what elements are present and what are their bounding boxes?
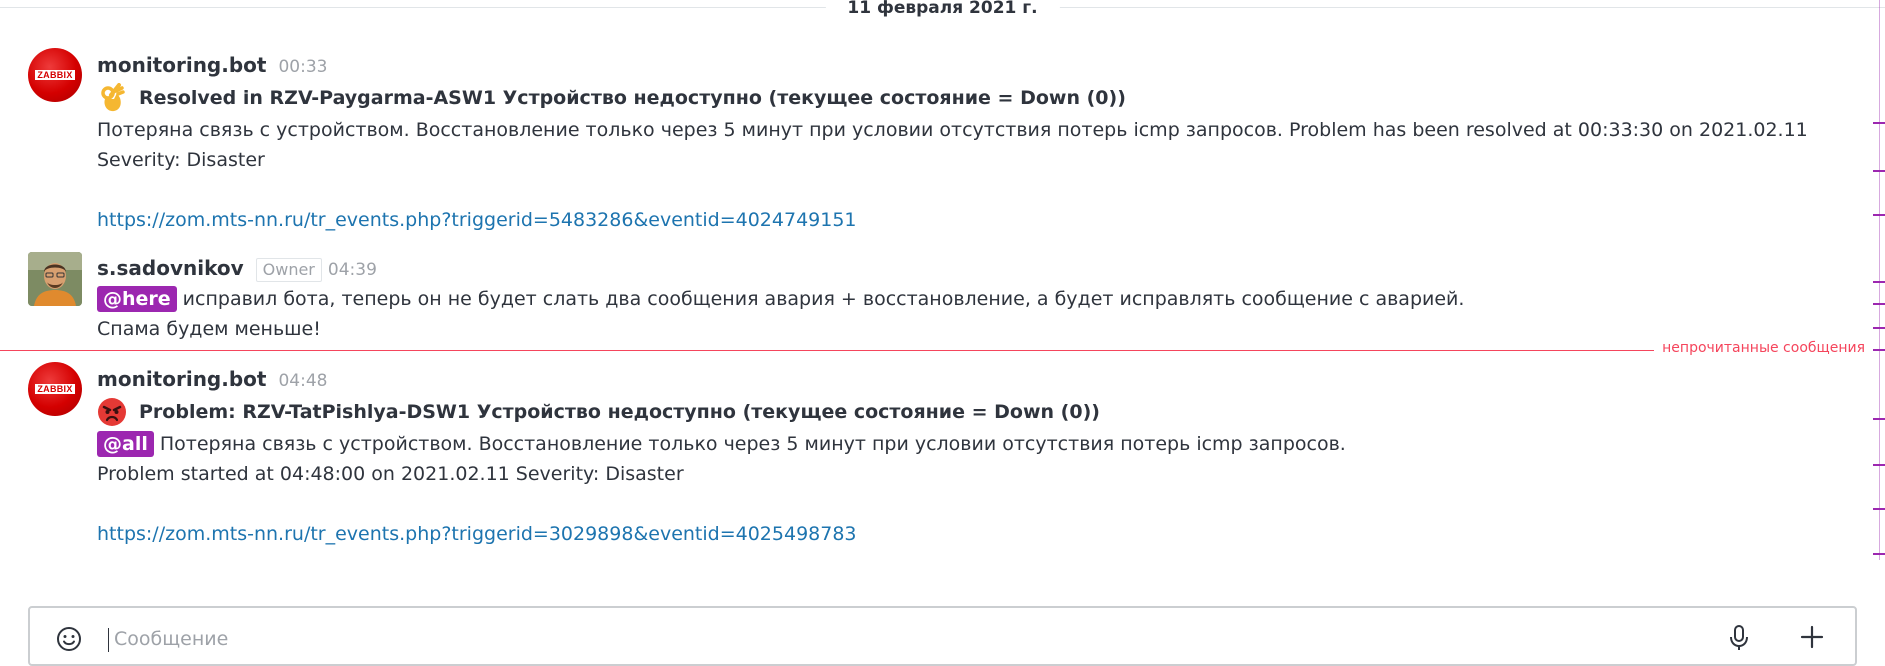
message-time[interactable]: 04:39 [328,260,377,280]
message-title: Problem: RZV-TatPishlya-DSW1 Устройство … [97,397,1100,427]
message-body-line: Problem started at 04:48:00 on 2021.02.1… [97,463,684,485]
message-author[interactable]: monitoring.bot [97,367,266,391]
message-author[interactable]: s.sadovnikov [97,256,244,280]
message-body-line: Спама будем меньше! [97,318,321,340]
mention-badge[interactable]: @all [97,431,154,457]
day-divider-label: 11 февраля 2021 г. [825,0,1060,18]
plus-icon[interactable] [1799,624,1825,650]
message-link[interactable]: https://zom.mts-nn.ru/tr_events.php?trig… [97,209,857,231]
message-body-line: исправил бота, теперь он не будет слать … [182,288,1465,310]
mention-badge[interactable]: @here [97,286,177,312]
message-time[interactable]: 04:48 [278,371,327,391]
angry-face-icon [97,397,127,427]
bot-avatar[interactable]: ZABBIX [28,362,82,416]
message-body-line: Потеряна связь с устройством. Восстановл… [159,433,1346,455]
message-body-line: Severity: Disaster [97,149,265,171]
message-composer [28,606,1857,666]
text-caret [108,628,109,652]
bot-avatar[interactable]: ZABBIX [28,48,82,102]
message-input[interactable] [112,622,1616,656]
unread-divider [0,350,1885,351]
emoji-picker-icon[interactable] [56,626,82,652]
message-title: Resolved in RZV-Paygarma-ASW1 Устройство… [97,83,1126,113]
ok-hand-icon [97,83,127,113]
message-time[interactable]: 00:33 [278,57,327,77]
role-badge: Owner [255,258,322,282]
day-divider: 11 февраля 2021 г. [0,0,1885,18]
unread-label: непрочитанные сообщения [1654,340,1873,356]
scrollbar-markers[interactable] [1871,0,1885,649]
message-author[interactable]: monitoring.bot [97,53,266,77]
message-body-line: Потеряна связь с устройством. Восстановл… [97,119,1808,141]
message-link[interactable]: https://zom.mts-nn.ru/tr_events.php?trig… [97,523,857,545]
avatar[interactable] [28,252,82,306]
microphone-icon[interactable] [1727,624,1751,652]
